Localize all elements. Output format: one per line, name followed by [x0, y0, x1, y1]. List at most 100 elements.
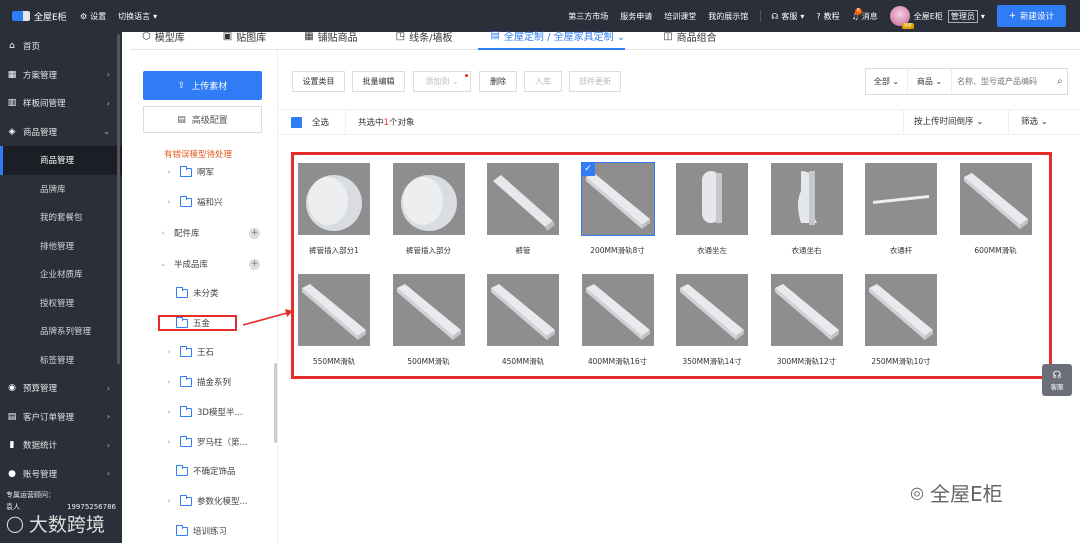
product-thumbnail[interactable] [581, 274, 654, 346]
sidebar-subitem[interactable]: 企业材质库 [0, 260, 122, 289]
advanced-config-button[interactable]: ▤ 高级配置 [143, 106, 262, 133]
search-icon[interactable]: ⌕ [1057, 76, 1063, 87]
tree-node[interactable]: 不确定饰品 [176, 461, 278, 481]
sidebar-item-order[interactable]: ▤ 客户订单管理 › [0, 403, 122, 432]
sidebar-subitem[interactable]: 品牌库 [0, 175, 122, 204]
add-icon[interactable]: + [249, 227, 260, 239]
add-to-dropdown[interactable]: 添加到 ⌄ [413, 71, 471, 92]
link-my-showroom[interactable]: 我的展示馆 [708, 11, 748, 22]
delete-button[interactable]: 删除 [479, 71, 517, 92]
product-thumbnail[interactable] [959, 163, 1032, 235]
tab-custom[interactable]: ▤ 全屋定制 / 全屋家具定制 ⌄ [478, 24, 626, 50]
filter-dropdown[interactable]: 筛选 ⌄ [1008, 110, 1060, 134]
add-icon[interactable]: + [249, 258, 260, 270]
tree-node[interactable]: › 3D模型半... [164, 402, 278, 422]
filter-goods-dropdown[interactable]: 商品 ⌄ [908, 69, 952, 94]
chevron-right-icon[interactable]: › [164, 408, 174, 416]
filter-all-dropdown[interactable]: 全部 ⌄ [866, 69, 908, 94]
product-thumbnail[interactable] [298, 163, 370, 235]
sidebar-item-room[interactable]: ▥ 样板间管理 › [0, 89, 122, 118]
product-card[interactable]: 400MM滑轨16寸 [581, 274, 662, 367]
set-category-button[interactable]: 设置类目 [292, 71, 345, 92]
chevron-down-icon[interactable]: ⌄ [158, 260, 168, 268]
chevron-right-icon[interactable]: › [164, 497, 174, 505]
batch-edit-button[interactable]: 批量编辑 [352, 71, 405, 92]
tree-node[interactable]: › 福和兴 [164, 192, 278, 212]
tab-cube[interactable]: ⬡ 模型库 [130, 24, 185, 50]
product-thumbnail[interactable] [676, 163, 748, 235]
tree-node[interactable]: › 参数化模型... [164, 491, 278, 511]
search-input[interactable] [957, 77, 1053, 86]
product-card[interactable]: 500MM滑轨 [392, 274, 473, 367]
part-update-button[interactable]: 部件更新 [569, 71, 621, 92]
sidebar-item-grid[interactable]: ▦ 方案管理 › [0, 61, 122, 90]
product-thumbnail[interactable] [392, 163, 465, 235]
sidebar-subitem[interactable]: 授权管理 [0, 289, 122, 318]
tree-node[interactable]: › 王石 [164, 342, 278, 362]
customer-service-button[interactable]: ☊ 客服 ▾ [771, 11, 804, 22]
sidebar-subitem[interactable]: 商品管理 [0, 146, 122, 175]
product-card[interactable]: 300MM滑轨12寸 [770, 274, 851, 367]
tree-node[interactable]: ⌄ 半成品库 + [158, 254, 278, 274]
product-thumbnail[interactable] [392, 274, 465, 346]
chevron-right-icon[interactable]: › [164, 168, 174, 176]
tab-combo[interactable]: ◫ 商品组合 [651, 24, 716, 50]
product-card[interactable]: 衣通杆 [865, 163, 945, 256]
sidebar-item-account[interactable]: ● 账号管理 › [0, 460, 122, 489]
product-thumbnail[interactable] [487, 274, 559, 346]
product-card[interactable]: 600MM滑轨 [959, 163, 1040, 256]
brand-logo[interactable]: 全屋E柜 [0, 10, 80, 23]
error-model-warning[interactable]: 有错误模型待处理 [164, 148, 232, 160]
avatar[interactable]: VIP [889, 6, 914, 29]
store-button[interactable]: 入库 [524, 71, 562, 92]
settings-button[interactable]: ⚙ 设置 [80, 11, 106, 22]
check-icon[interactable]: ✓ [581, 163, 595, 176]
product-thumbnail[interactable] [865, 274, 937, 346]
category-scrollbar[interactable] [274, 363, 277, 443]
chevron-right-icon[interactable]: › [164, 198, 174, 206]
product-thumbnail[interactable] [298, 274, 370, 346]
tree-node[interactable]: › 啊军 [164, 162, 278, 182]
language-switch[interactable]: 切换语言 ▾ [118, 11, 157, 22]
tutorial-button[interactable]: ? 教程 [816, 11, 839, 22]
sidebar-item-budget[interactable]: ◉ 预算管理 › [0, 374, 122, 403]
product-card[interactable]: 裤管插入部分 [392, 163, 473, 256]
product-thumbnail[interactable] [865, 163, 937, 235]
product-thumbnail[interactable]: ✓ [580, 162, 655, 236]
product-card[interactable]: 450MM滑轨 [487, 274, 567, 367]
tree-node[interactable]: › 罗马柱（第... [164, 432, 278, 452]
select-all-checkbox[interactable] [291, 116, 302, 128]
tab-image[interactable]: ▣ 贴图库 [211, 24, 266, 50]
floating-service-button[interactable]: ☊ 客服 [1042, 364, 1072, 396]
chevron-right-icon[interactable]: › [158, 229, 168, 237]
user-menu[interactable]: 全屋E柜 管理员 ▾ [914, 9, 985, 23]
chevron-right-icon[interactable]: › [164, 438, 174, 446]
sort-dropdown[interactable]: 按上传时间倒序 ⌄ [903, 110, 995, 134]
product-thumbnail[interactable] [770, 274, 843, 346]
product-card[interactable]: 裤管插入部分1 [298, 163, 378, 256]
select-all-label[interactable]: 全选 [312, 116, 329, 128]
product-card[interactable]: 裤管 [487, 163, 567, 256]
link-training[interactable]: 培训课堂 [664, 11, 696, 22]
sidebar-item-home[interactable]: ⌂ 首页 [0, 32, 122, 61]
tree-node[interactable]: › 描金系列 [164, 372, 278, 392]
upload-material-button[interactable]: ⇪ 上传素材 [143, 71, 262, 100]
link-third-party-market[interactable]: 第三方市场 [568, 11, 608, 22]
tab-line[interactable]: ◳ 线条/墙板 [384, 24, 453, 50]
product-card[interactable]: ✓ 200MM滑轨8寸 [580, 162, 662, 256]
link-service-request[interactable]: 服务申请 [620, 11, 652, 22]
chevron-right-icon[interactable]: › [164, 348, 174, 356]
product-card[interactable]: 衣通坐左 [676, 163, 756, 256]
product-card[interactable]: 衣通坐右 [770, 163, 851, 256]
product-thumbnail[interactable] [487, 163, 559, 235]
product-card[interactable]: 550MM滑轨 [298, 274, 378, 367]
sidebar-item-box[interactable]: ◈ 商品管理 ⌄ [0, 118, 122, 147]
sidebar-subitem[interactable]: 我的套餐包 [0, 203, 122, 232]
tree-node[interactable]: › 配件库 + [158, 223, 278, 243]
sidebar-scrollbar[interactable] [117, 34, 120, 364]
message-button[interactable]: ♫ 8 消息 [852, 7, 878, 22]
tab-tile[interactable]: ▦ 铺贴商品 [292, 24, 357, 50]
sidebar-subitem[interactable]: 品牌系列管理 [0, 317, 122, 346]
chevron-right-icon[interactable]: › [164, 378, 174, 386]
sidebar-item-chart[interactable]: ▮ 数据统计 › [0, 431, 122, 460]
